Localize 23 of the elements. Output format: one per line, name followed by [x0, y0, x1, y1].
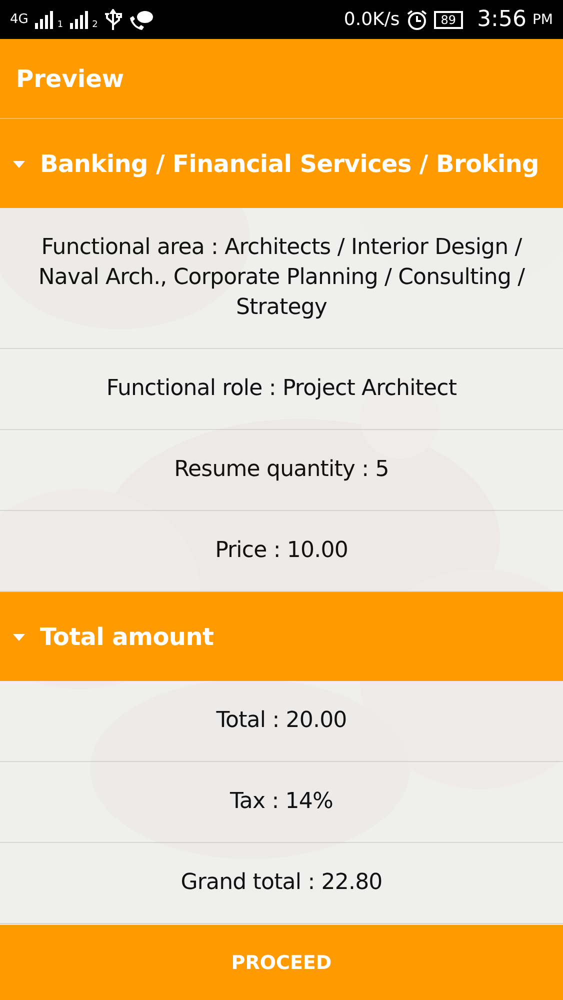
section-title: Banking / Financial Services / Broking [40, 150, 539, 178]
detail-text: Grand total : 22.80 [180, 869, 382, 897]
detail-text: Functional role : Project Architect [106, 375, 457, 403]
usb-icon [104, 8, 122, 30]
clock-time: 3:56 [477, 8, 526, 30]
screen-title: Preview [16, 64, 124, 92]
detail-text: Resume quantity : 5 [174, 456, 389, 484]
network-speed: 0.0K/s [344, 10, 400, 28]
sim-number: 2 [92, 20, 98, 30]
sim-number: 1 [57, 20, 64, 30]
clock-meridiem: PM [532, 12, 553, 26]
section-header[interactable]: Total amount [0, 592, 563, 681]
detail-text: Functional area : Architects / Interior Design / Naval Arch., Corporate Planning / Consulting / Strategy [37, 234, 526, 322]
network-type: 4G [10, 13, 28, 26]
proceed-button[interactable]: PROCEED [0, 925, 563, 1000]
detail-text: Price : 10.00 [215, 537, 348, 565]
section-title: Total amount [40, 622, 214, 650]
alarm-icon [406, 8, 428, 30]
battery-indicator: 89 [434, 10, 464, 28]
detail-text: Total : 20.00 [216, 707, 347, 735]
section-header[interactable]: Banking / Financial Services / Broking [0, 119, 563, 208]
chat-phone-icon [128, 8, 154, 30]
detail-text: Tax : 14% [230, 788, 333, 816]
